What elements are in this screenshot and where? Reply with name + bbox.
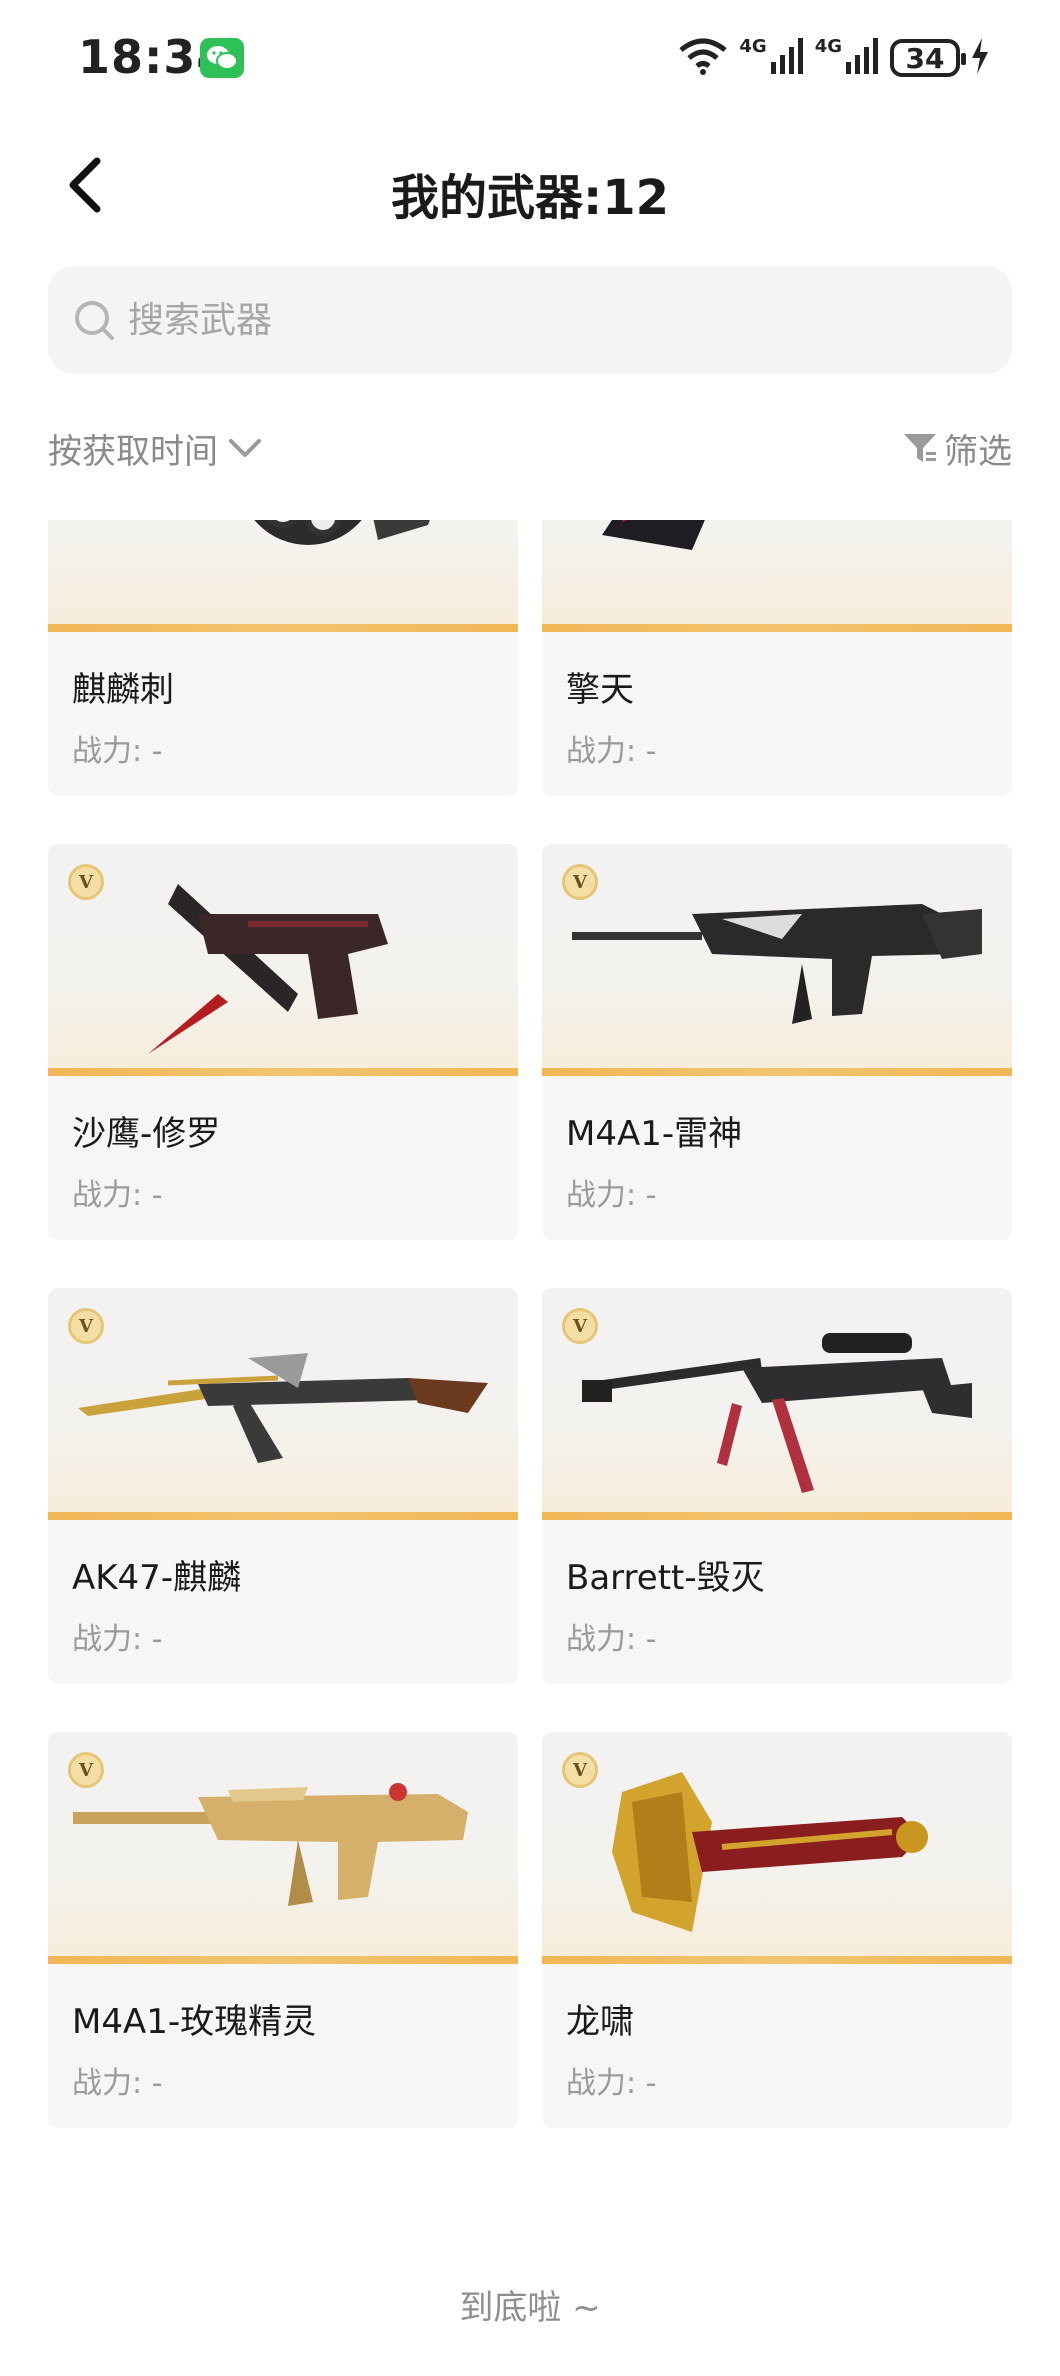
network-type-1: 4G (739, 35, 767, 57)
vip-badge-icon: V (562, 1308, 598, 1344)
weapon-power: 战力: - (566, 2066, 657, 2101)
weapon-power: 战力: - (72, 1178, 163, 1213)
weapon-card[interactable]: V M4A1-雷神战力: - (542, 844, 1012, 1240)
weapon-power: 战力: - (72, 734, 163, 769)
weapon-rifle-gold-image (73, 1783, 468, 1906)
weapon-card[interactable]: V AK47-麒麟战力: - (48, 1288, 518, 1684)
vip-badge-icon: V (562, 864, 598, 900)
vip-badge-icon: V (68, 1308, 104, 1344)
weapon-axe-gold-image (612, 1772, 928, 1932)
filter-icon (904, 434, 936, 462)
weapon-shovel-image (602, 520, 705, 550)
weapon-knife-image (254, 520, 430, 545)
weapon-list[interactable]: V麒麟刺战力: -V擎天战力: -V沙鹰-修罗战力: -VM4A1-雷神战力: … (0, 520, 1060, 2220)
weapon-name: M4A1-雷神 (566, 1114, 743, 1154)
weapon-pistol-image (148, 884, 388, 1054)
search-input[interactable] (128, 299, 948, 341)
vip-badge-icon: V (562, 1752, 598, 1788)
filter-button[interactable]: 筛选 (902, 418, 1012, 478)
weapon-power: 战力: - (72, 1622, 163, 1657)
weapon-card[interactable]: V 擎天战力: - (542, 520, 1012, 796)
weapon-ak47-image (78, 1353, 488, 1463)
weapon-name: 麒麟刺 (72, 670, 174, 710)
weapon-image: V (542, 1732, 1012, 1964)
weapon-name: 沙鹰-修罗 (72, 1114, 221, 1154)
weapon-sniper-image (582, 1333, 972, 1493)
weapon-image: V (48, 844, 518, 1076)
vip-badge-icon: V (68, 1752, 104, 1788)
signal-icon (846, 38, 880, 78)
weapon-card[interactable]: V 沙鹰-修罗战力: - (48, 844, 518, 1240)
header: 我的武器:12 (0, 140, 1060, 230)
weapon-image: V (48, 520, 518, 632)
weapon-card[interactable]: V Barrett-毁灭战力: - (542, 1288, 1012, 1684)
sort-dropdown[interactable]: 按获取时间 (48, 418, 262, 478)
weapon-power: 战力: - (566, 734, 657, 769)
weapon-power: 战力: - (566, 1178, 657, 1213)
network-type-2: 4G (814, 35, 842, 57)
battery-level: 34 (905, 41, 945, 75)
weapon-name: Barrett-毁灭 (566, 1558, 765, 1598)
toolbar: 按获取时间 筛选 (48, 418, 1012, 478)
weapon-image: V (542, 520, 1012, 632)
wifi-icon (677, 36, 729, 80)
chevron-down-icon (229, 439, 261, 457)
signal-icon (770, 38, 805, 78)
weapon-rifle-dark-image (572, 904, 982, 1024)
weapon-power: 战力: - (72, 2066, 163, 2101)
weapon-image: V (48, 1732, 518, 1964)
weapon-card[interactable]: V M4A1-玫瑰精灵战力: - (48, 1732, 518, 2128)
weapon-image: V (48, 1288, 518, 1520)
end-of-list-text: 到底啦 ~ (459, 2288, 601, 2328)
weapon-image: V (542, 844, 1012, 1076)
weapon-name: M4A1-玫瑰精灵 (72, 2002, 317, 2042)
weapon-name: 擎天 (566, 670, 634, 710)
filter-label: 筛选 (944, 431, 1012, 472)
weapon-power: 战力: - (566, 1622, 657, 1657)
vip-badge-icon: V (68, 864, 104, 900)
weapon-image: V (542, 1288, 1012, 1520)
search-icon (70, 296, 118, 344)
weapon-card[interactable]: V 龙啸战力: - (542, 1732, 1012, 2128)
charging-icon (970, 38, 990, 78)
weapon-name: AK47-麒麟 (72, 1558, 242, 1598)
sort-label: 按获取时间 (48, 431, 218, 472)
status-bar: 18:34 4G 4G 34 (0, 0, 1060, 118)
weapon-name: 龙啸 (566, 2002, 634, 2042)
weapon-card[interactable]: V 麒麟刺战力: - (48, 520, 518, 796)
search-bar[interactable] (48, 266, 1012, 374)
battery-icon: 34 (890, 39, 966, 77)
weapon-grid: V麒麟刺战力: -V擎天战力: -V沙鹰-修罗战力: -VM4A1-雷神战力: … (48, 520, 1012, 2128)
wechat-icon (200, 38, 244, 78)
page-title: 我的武器:12 (391, 170, 669, 226)
status-icons: 4G 4G 34 (677, 34, 990, 82)
